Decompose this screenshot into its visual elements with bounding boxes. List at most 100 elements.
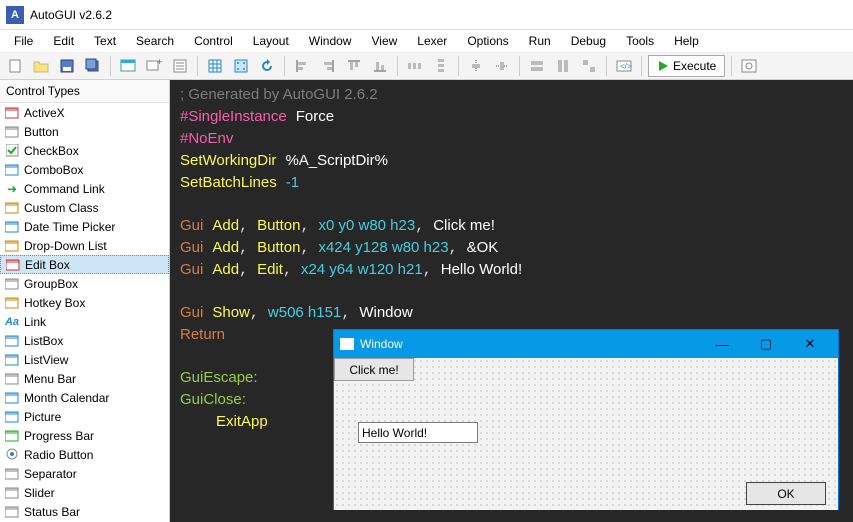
align-left-icon[interactable]	[291, 55, 313, 77]
control-type-icon	[4, 220, 20, 234]
menu-layout[interactable]: Layout	[243, 32, 299, 50]
control-type-item[interactable]: ListBox	[0, 331, 169, 350]
execute-button[interactable]: Execute	[648, 55, 725, 77]
refresh-icon[interactable]	[256, 55, 278, 77]
center-h-icon[interactable]	[465, 55, 487, 77]
control-type-item[interactable]: Custom Class	[0, 198, 169, 217]
control-type-label: ListView	[24, 353, 68, 367]
control-type-item[interactable]: Drop-Down List	[0, 236, 169, 255]
new-file-icon[interactable]	[4, 55, 26, 77]
control-type-item[interactable]: ListView	[0, 350, 169, 369]
align-bottom-icon[interactable]	[369, 55, 391, 77]
control-type-icon	[4, 448, 20, 462]
menu-file[interactable]: File	[4, 32, 43, 50]
menu-lexer[interactable]: Lexer	[407, 32, 457, 50]
menu-search[interactable]: Search	[126, 32, 184, 50]
preview-window[interactable]: Window — ▢ ✕ Click me! Hello World! OK	[333, 329, 839, 510]
properties-icon[interactable]	[169, 55, 191, 77]
open-folder-icon[interactable]	[30, 55, 52, 77]
preview-edit-box[interactable]: Hello World!	[358, 422, 478, 443]
control-type-label: Command Link	[24, 182, 105, 196]
toolbar-separator	[641, 56, 642, 76]
space-v-icon[interactable]	[430, 55, 452, 77]
control-type-item[interactable]: Edit Box	[0, 255, 169, 274]
control-type-icon: Aa	[4, 315, 20, 329]
close-icon[interactable]: ✕	[788, 330, 832, 358]
menu-run[interactable]: Run	[519, 32, 561, 50]
menu-debug[interactable]: Debug	[561, 32, 616, 50]
control-type-label: GroupBox	[24, 277, 78, 291]
control-type-icon	[4, 239, 20, 253]
menu-tools[interactable]: Tools	[616, 32, 664, 50]
control-type-icon	[4, 467, 20, 481]
same-size-icon[interactable]	[578, 55, 600, 77]
control-type-label: Slider	[24, 486, 55, 500]
control-type-label: ActiveX	[24, 106, 65, 120]
save-all-icon[interactable]	[82, 55, 104, 77]
control-type-label: Custom Class	[24, 201, 99, 215]
control-type-item[interactable]: Separator	[0, 464, 169, 483]
control-type-item[interactable]: GroupBox	[0, 274, 169, 293]
execute-label: Execute	[673, 59, 716, 73]
control-type-label: Month Calendar	[24, 391, 109, 405]
control-type-item[interactable]: Month Calendar	[0, 388, 169, 407]
control-type-item[interactable]: AaLink	[0, 312, 169, 331]
menu-options[interactable]: Options	[457, 32, 518, 50]
code-view-icon[interactable]: </>	[613, 55, 635, 77]
align-right-icon[interactable]	[317, 55, 339, 77]
grid-icon[interactable]	[204, 55, 226, 77]
maximize-icon[interactable]: ▢	[744, 330, 788, 358]
save-icon[interactable]	[56, 55, 78, 77]
control-type-label: Picture	[24, 410, 61, 424]
control-type-label: Date Time Picker	[24, 220, 115, 234]
menu-window[interactable]: Window	[299, 32, 362, 50]
space-h-icon[interactable]	[404, 55, 426, 77]
menu-text[interactable]: Text	[84, 32, 126, 50]
sidebar-header: Control Types	[0, 80, 169, 103]
menubar: File Edit Text Search Control Layout Win…	[0, 30, 853, 52]
window-titlebar: A AutoGUI v2.6.2	[0, 0, 853, 30]
control-type-item[interactable]: ➜Command Link	[0, 179, 169, 198]
window-title: AutoGUI v2.6.2	[30, 8, 112, 22]
control-type-label: Hotkey Box	[24, 296, 85, 310]
control-type-item[interactable]: Status Bar	[0, 502, 169, 521]
preview-ok-button[interactable]: OK	[746, 482, 826, 505]
control-type-icon	[4, 353, 20, 367]
minimize-icon[interactable]: —	[700, 330, 744, 358]
toolbar-separator	[397, 56, 398, 76]
align-top-icon[interactable]	[343, 55, 365, 77]
control-type-item[interactable]: Button	[0, 122, 169, 141]
menu-control[interactable]: Control	[184, 32, 243, 50]
menu-help[interactable]: Help	[664, 32, 709, 50]
control-type-item[interactable]: Hotkey Box	[0, 293, 169, 312]
menu-view[interactable]: View	[361, 32, 407, 50]
control-type-label: CheckBox	[24, 144, 79, 158]
svg-text:+: +	[157, 58, 162, 67]
center-v-icon[interactable]	[491, 55, 513, 77]
new-window-icon[interactable]	[117, 55, 139, 77]
control-type-item[interactable]: Radio Button	[0, 445, 169, 464]
same-height-icon[interactable]	[552, 55, 574, 77]
control-type-label: Status Bar	[24, 505, 80, 519]
same-width-icon[interactable]	[526, 55, 548, 77]
control-type-label: Menu Bar	[24, 372, 76, 386]
control-type-item[interactable]: Menu Bar	[0, 369, 169, 388]
control-type-item[interactable]: ActiveX	[0, 103, 169, 122]
control-type-item[interactable]: CheckBox	[0, 141, 169, 160]
snap-icon[interactable]	[230, 55, 252, 77]
preview-titlebar[interactable]: Window — ▢ ✕	[334, 330, 838, 358]
menu-edit[interactable]: Edit	[43, 32, 84, 50]
toolbar-separator	[731, 56, 732, 76]
preview-click-me-button[interactable]: Click me!	[334, 358, 414, 381]
control-type-label: Edit Box	[25, 258, 70, 272]
control-type-item[interactable]: ComboBox	[0, 160, 169, 179]
control-type-item[interactable]: Date Time Picker	[0, 217, 169, 236]
preview-client-area[interactable]: Click me! Hello World! OK	[334, 358, 838, 510]
control-type-item[interactable]: Progress Bar	[0, 426, 169, 445]
settings-icon[interactable]	[738, 55, 760, 77]
add-window-icon[interactable]: +	[143, 55, 165, 77]
toolbar-separator	[606, 56, 607, 76]
control-type-item[interactable]: Picture	[0, 407, 169, 426]
control-types-sidebar: Control Types ActiveX Button CheckBox Combo…	[0, 80, 170, 522]
control-type-item[interactable]: Slider	[0, 483, 169, 502]
